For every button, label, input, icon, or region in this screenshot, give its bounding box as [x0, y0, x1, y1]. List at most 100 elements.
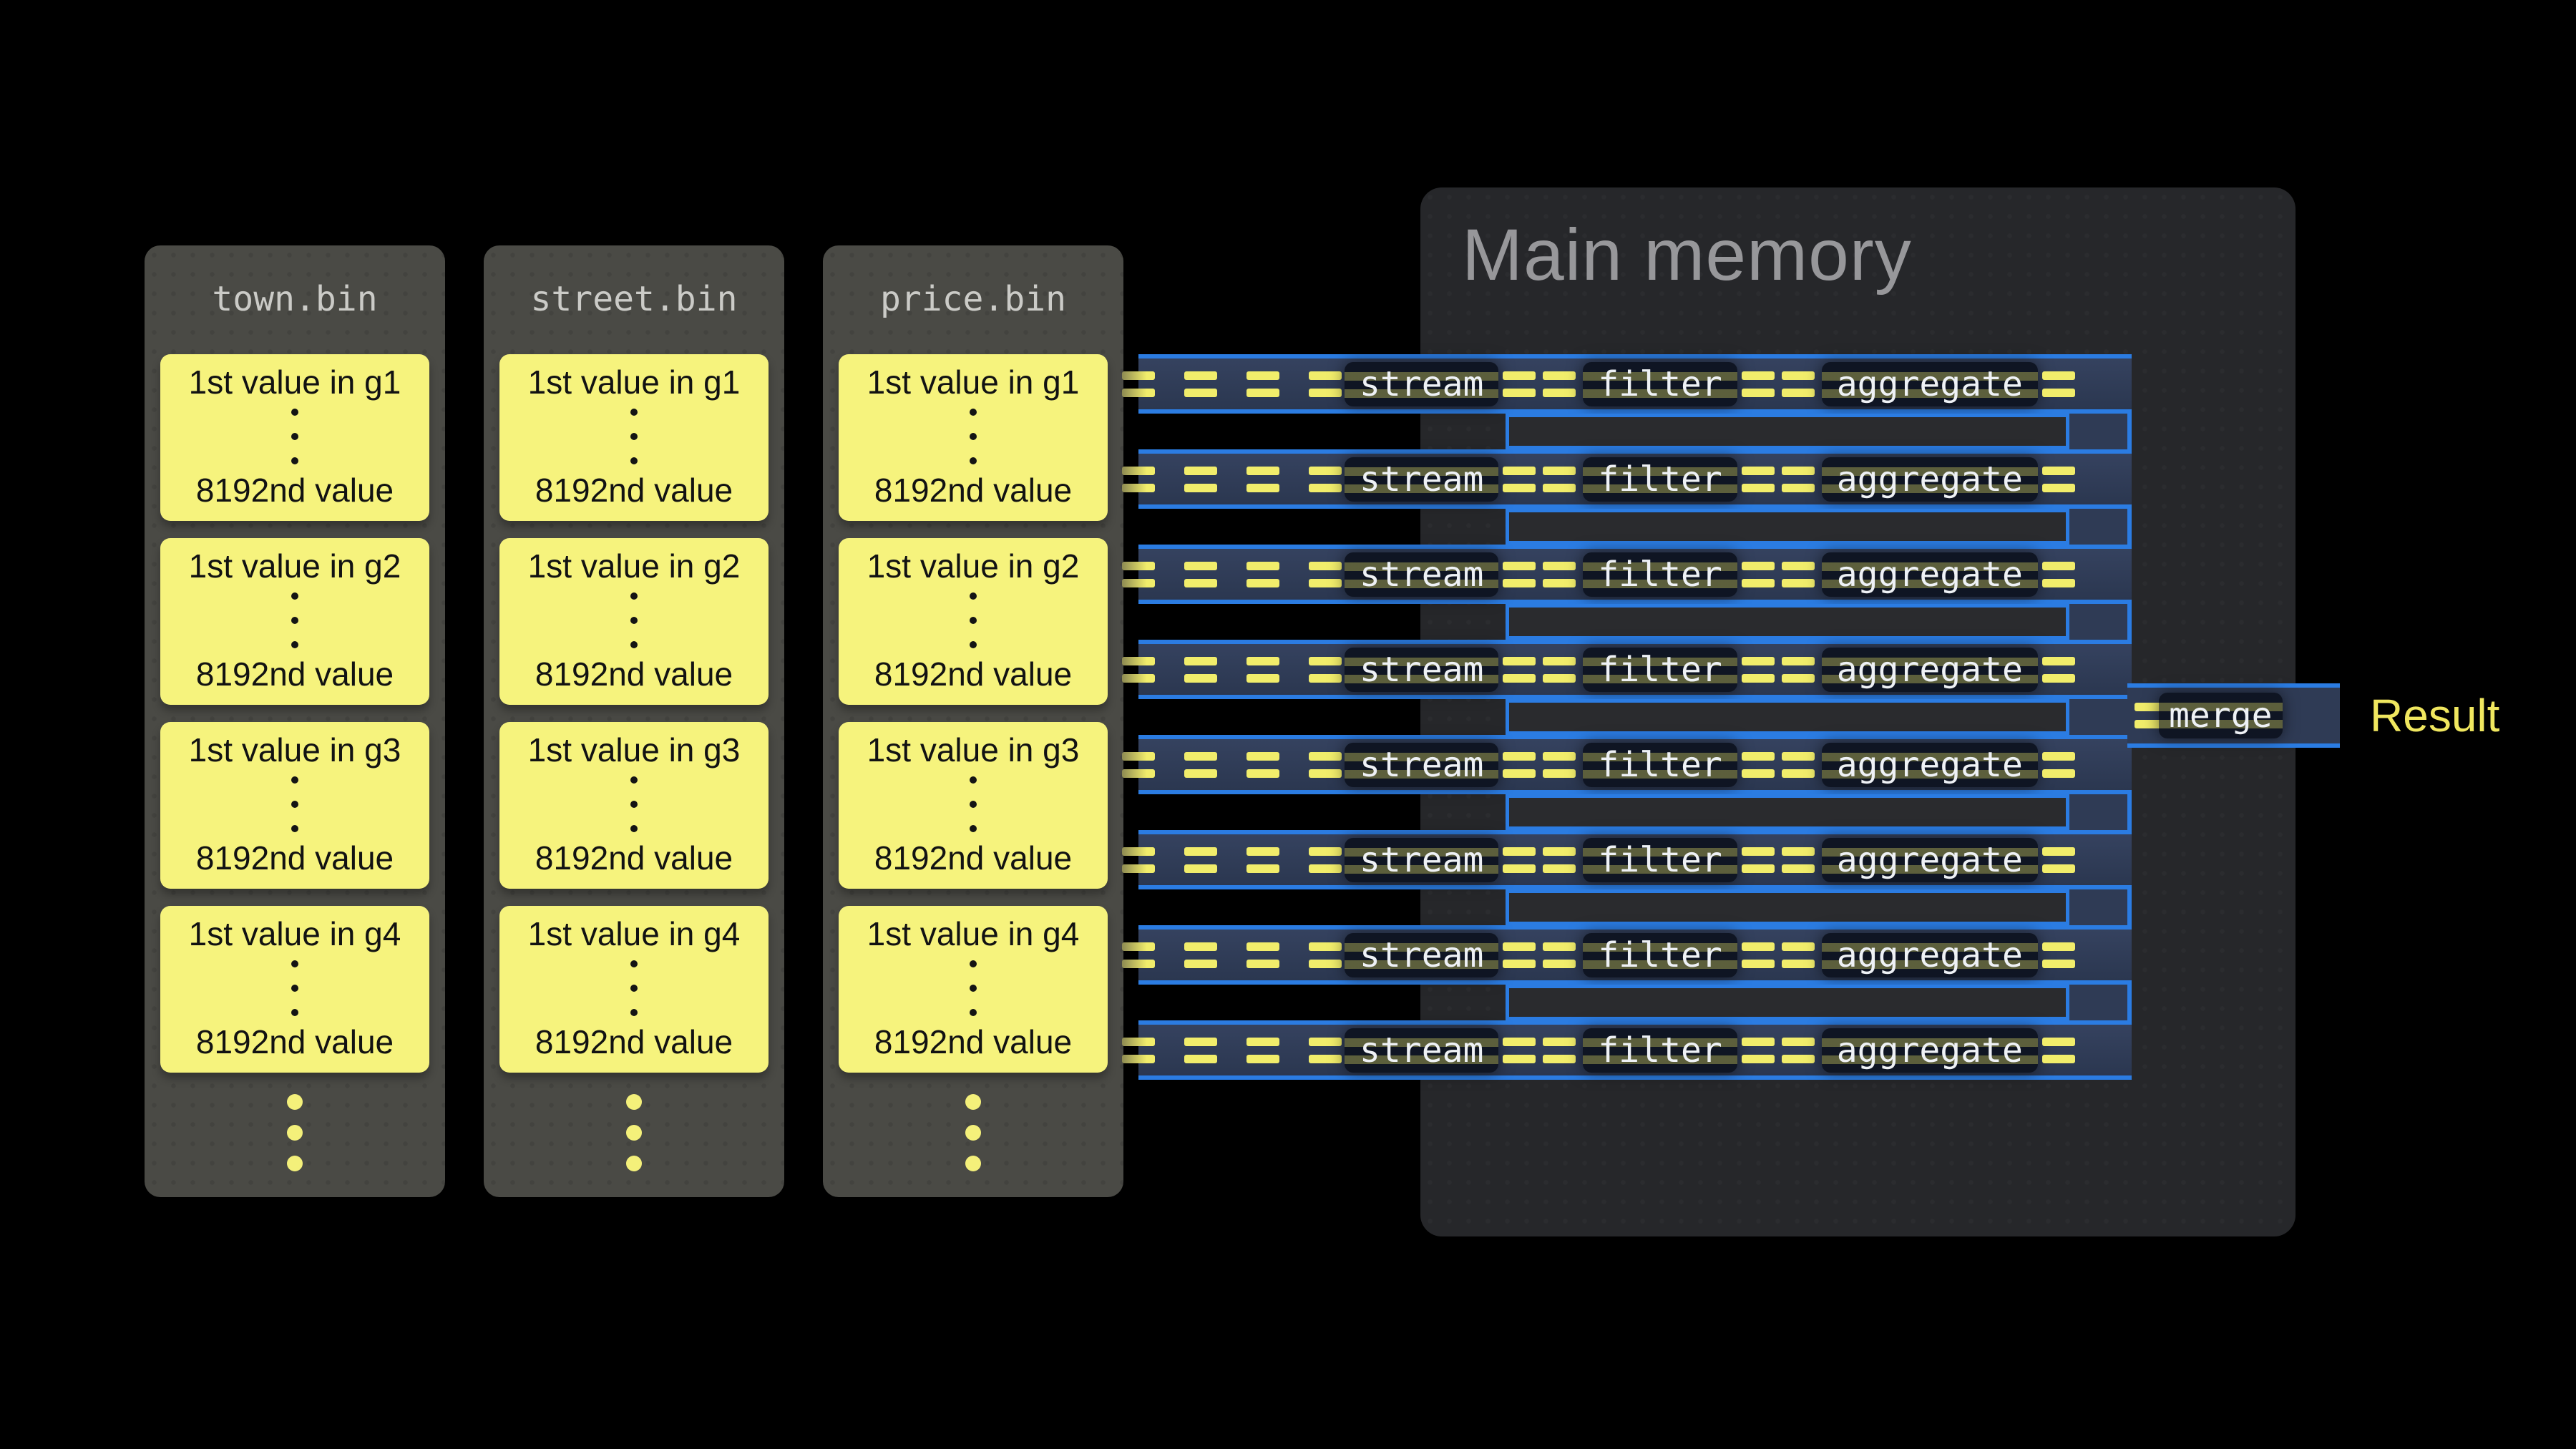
pipeline-row: streamfilteraggregate: [1138, 545, 2132, 604]
vertical-ellipsis-icon: [291, 409, 298, 464]
data-flow-equals-icon: [1184, 1038, 1217, 1063]
data-flow-equals-icon: [2042, 942, 2075, 968]
data-flow-equals-icon: [1782, 942, 1815, 968]
value-group-block: 1st value in g48192nd value: [160, 906, 429, 1073]
data-flow-equals-icon: [1246, 467, 1279, 492]
pipeline-row-content: streamfilteraggregate: [1122, 362, 2075, 406]
main-memory-title: Main memory: [1462, 213, 1912, 297]
group-last-value-label: 8192nd value: [196, 655, 394, 693]
data-flow-equals-icon: [1122, 1038, 1155, 1063]
buffer-gap: [1506, 985, 2069, 1020]
value-group-block: 1st value in g28192nd value: [839, 538, 1108, 705]
data-flow-equals-icon: [1742, 657, 1775, 683]
data-flow-equals-icon: [1309, 847, 1342, 873]
buffer-gap: [1506, 509, 2069, 545]
group-last-value-label: 8192nd value: [535, 655, 733, 693]
group-first-value-label: 1st value in g2: [867, 547, 1080, 585]
data-flow-equals-icon: [1742, 371, 1775, 397]
group-last-value-label: 8192nd value: [874, 1023, 1072, 1061]
data-flow-equals-icon: [1246, 942, 1279, 968]
vertical-ellipsis-icon: [291, 776, 298, 832]
buffer-gap: [1506, 414, 2069, 449]
pipeline-row-content: streamfilteraggregate: [1122, 648, 2075, 692]
data-flow-equals-icon: [1782, 562, 1815, 587]
stage-aggregate-box: aggregate: [1822, 838, 2038, 882]
data-flow-equals-icon: [1543, 942, 1576, 968]
data-flow-equals-icon: [1742, 847, 1775, 873]
data-flow-equals-icon: [1782, 847, 1815, 873]
merge-band: merge: [2127, 683, 2340, 748]
data-flow-equals-icon: [1122, 657, 1155, 683]
group-first-value-label: 1st value in g2: [528, 547, 741, 585]
pipeline-row-content: streamfilteraggregate: [1122, 552, 2075, 597]
buffer-gap: [1506, 889, 2069, 925]
value-group-block: 1st value in g18192nd value: [160, 354, 429, 521]
vertical-ellipsis-icon: [970, 592, 977, 648]
data-flow-equals-icon: [1503, 1038, 1536, 1063]
data-flow-equals-icon: [1184, 942, 1217, 968]
stage-stream-box: stream: [1345, 838, 1498, 882]
file-column: town.bin1st value in g18192nd value1st v…: [145, 245, 445, 1197]
data-flow-equals-icon: [1184, 467, 1217, 492]
stage-aggregate-box: aggregate: [1822, 648, 2038, 692]
vertical-ellipsis-icon: [970, 960, 977, 1016]
data-flow-equals-icon: [1543, 467, 1576, 492]
pipeline-row-content: streamfilteraggregate: [1122, 743, 2075, 787]
data-flow-equals-icon: [2042, 847, 2075, 873]
pipeline-row: streamfilteraggregate: [1138, 830, 2132, 889]
stage-stream-box: stream: [1345, 933, 1498, 977]
data-flow-equals-icon: [1309, 467, 1342, 492]
buffer-gap: [1506, 604, 2069, 640]
more-groups-dots-icon: [145, 1094, 445, 1171]
more-groups-dots-icon: [484, 1094, 784, 1171]
value-group-block: 1st value in g48192nd value: [499, 906, 769, 1073]
data-flow-equals-icon: [1122, 562, 1155, 587]
buffer-gap: [1506, 699, 2069, 735]
pipeline-row: streamfilteraggregate: [1138, 925, 2132, 985]
file-column-title: price.bin: [823, 245, 1123, 353]
group-last-value-label: 8192nd value: [874, 471, 1072, 509]
stage-aggregate-box: aggregate: [1822, 457, 2038, 502]
data-flow-equals-icon: [1122, 942, 1155, 968]
data-flow-equals-icon: [1122, 371, 1155, 397]
result-label: Result: [2370, 683, 2499, 748]
pipeline-row: streamfilteraggregate: [1138, 640, 2132, 699]
data-flow-equals-icon: [1122, 467, 1155, 492]
stage-filter-box: filter: [1583, 457, 1737, 502]
data-flow-equals-icon: [1246, 657, 1279, 683]
data-flow-equals-icon: [1503, 562, 1536, 587]
value-group-block: 1st value in g1 8192nd value: [839, 354, 1108, 521]
pipeline-row-content: streamfilteraggregate: [1122, 838, 2075, 882]
file-column: street.bin1st value in g18192nd value1st…: [484, 245, 784, 1197]
data-flow-equals-icon: [1782, 371, 1815, 397]
stage-filter-box: filter: [1583, 933, 1737, 977]
stage-aggregate-box: aggregate: [1822, 552, 2038, 597]
stage-stream-box: stream: [1345, 457, 1498, 502]
vertical-ellipsis-icon: [291, 592, 298, 648]
data-flow-equals-icon: [1184, 562, 1217, 587]
stage-stream-box: stream: [1345, 743, 1498, 787]
data-flow-equals-icon: [2042, 562, 2075, 587]
pipeline-row: streamfilteraggregate: [1138, 1020, 2132, 1080]
data-flow-equals-icon: [1742, 1038, 1775, 1063]
data-flow-equals-icon: [1543, 371, 1576, 397]
vertical-ellipsis-icon: [291, 960, 298, 1016]
data-flow-equals-icon: [1184, 371, 1217, 397]
group-last-value-label: 8192nd value: [535, 839, 733, 877]
pipeline-row-content: stream filter aggregate: [1122, 457, 2075, 502]
group-first-value-label: 1st value in g1: [867, 363, 1080, 401]
data-flow-equals-icon: [1246, 562, 1279, 587]
data-flow-equals-icon: [1309, 562, 1342, 587]
data-flow-equals-icon: [1184, 657, 1217, 683]
stage-filter-box: filter: [1583, 552, 1737, 597]
data-flow-equals-icon: [1543, 657, 1576, 683]
value-group-block: 1st value in g48192nd value: [839, 906, 1108, 1073]
data-flow-equals-icon: [1503, 847, 1536, 873]
group-first-value-label: 1st value in g4: [528, 914, 741, 953]
data-flow-equals-icon: [1503, 942, 1536, 968]
pipeline-row-content: streamfilteraggregate: [1122, 1028, 2075, 1073]
data-flow-equals-icon: [1246, 1038, 1279, 1063]
stage-aggregate-box: aggregate: [1822, 743, 2038, 787]
data-flow-equals-icon: [1309, 942, 1342, 968]
data-flow-equals-icon: [1782, 467, 1815, 492]
